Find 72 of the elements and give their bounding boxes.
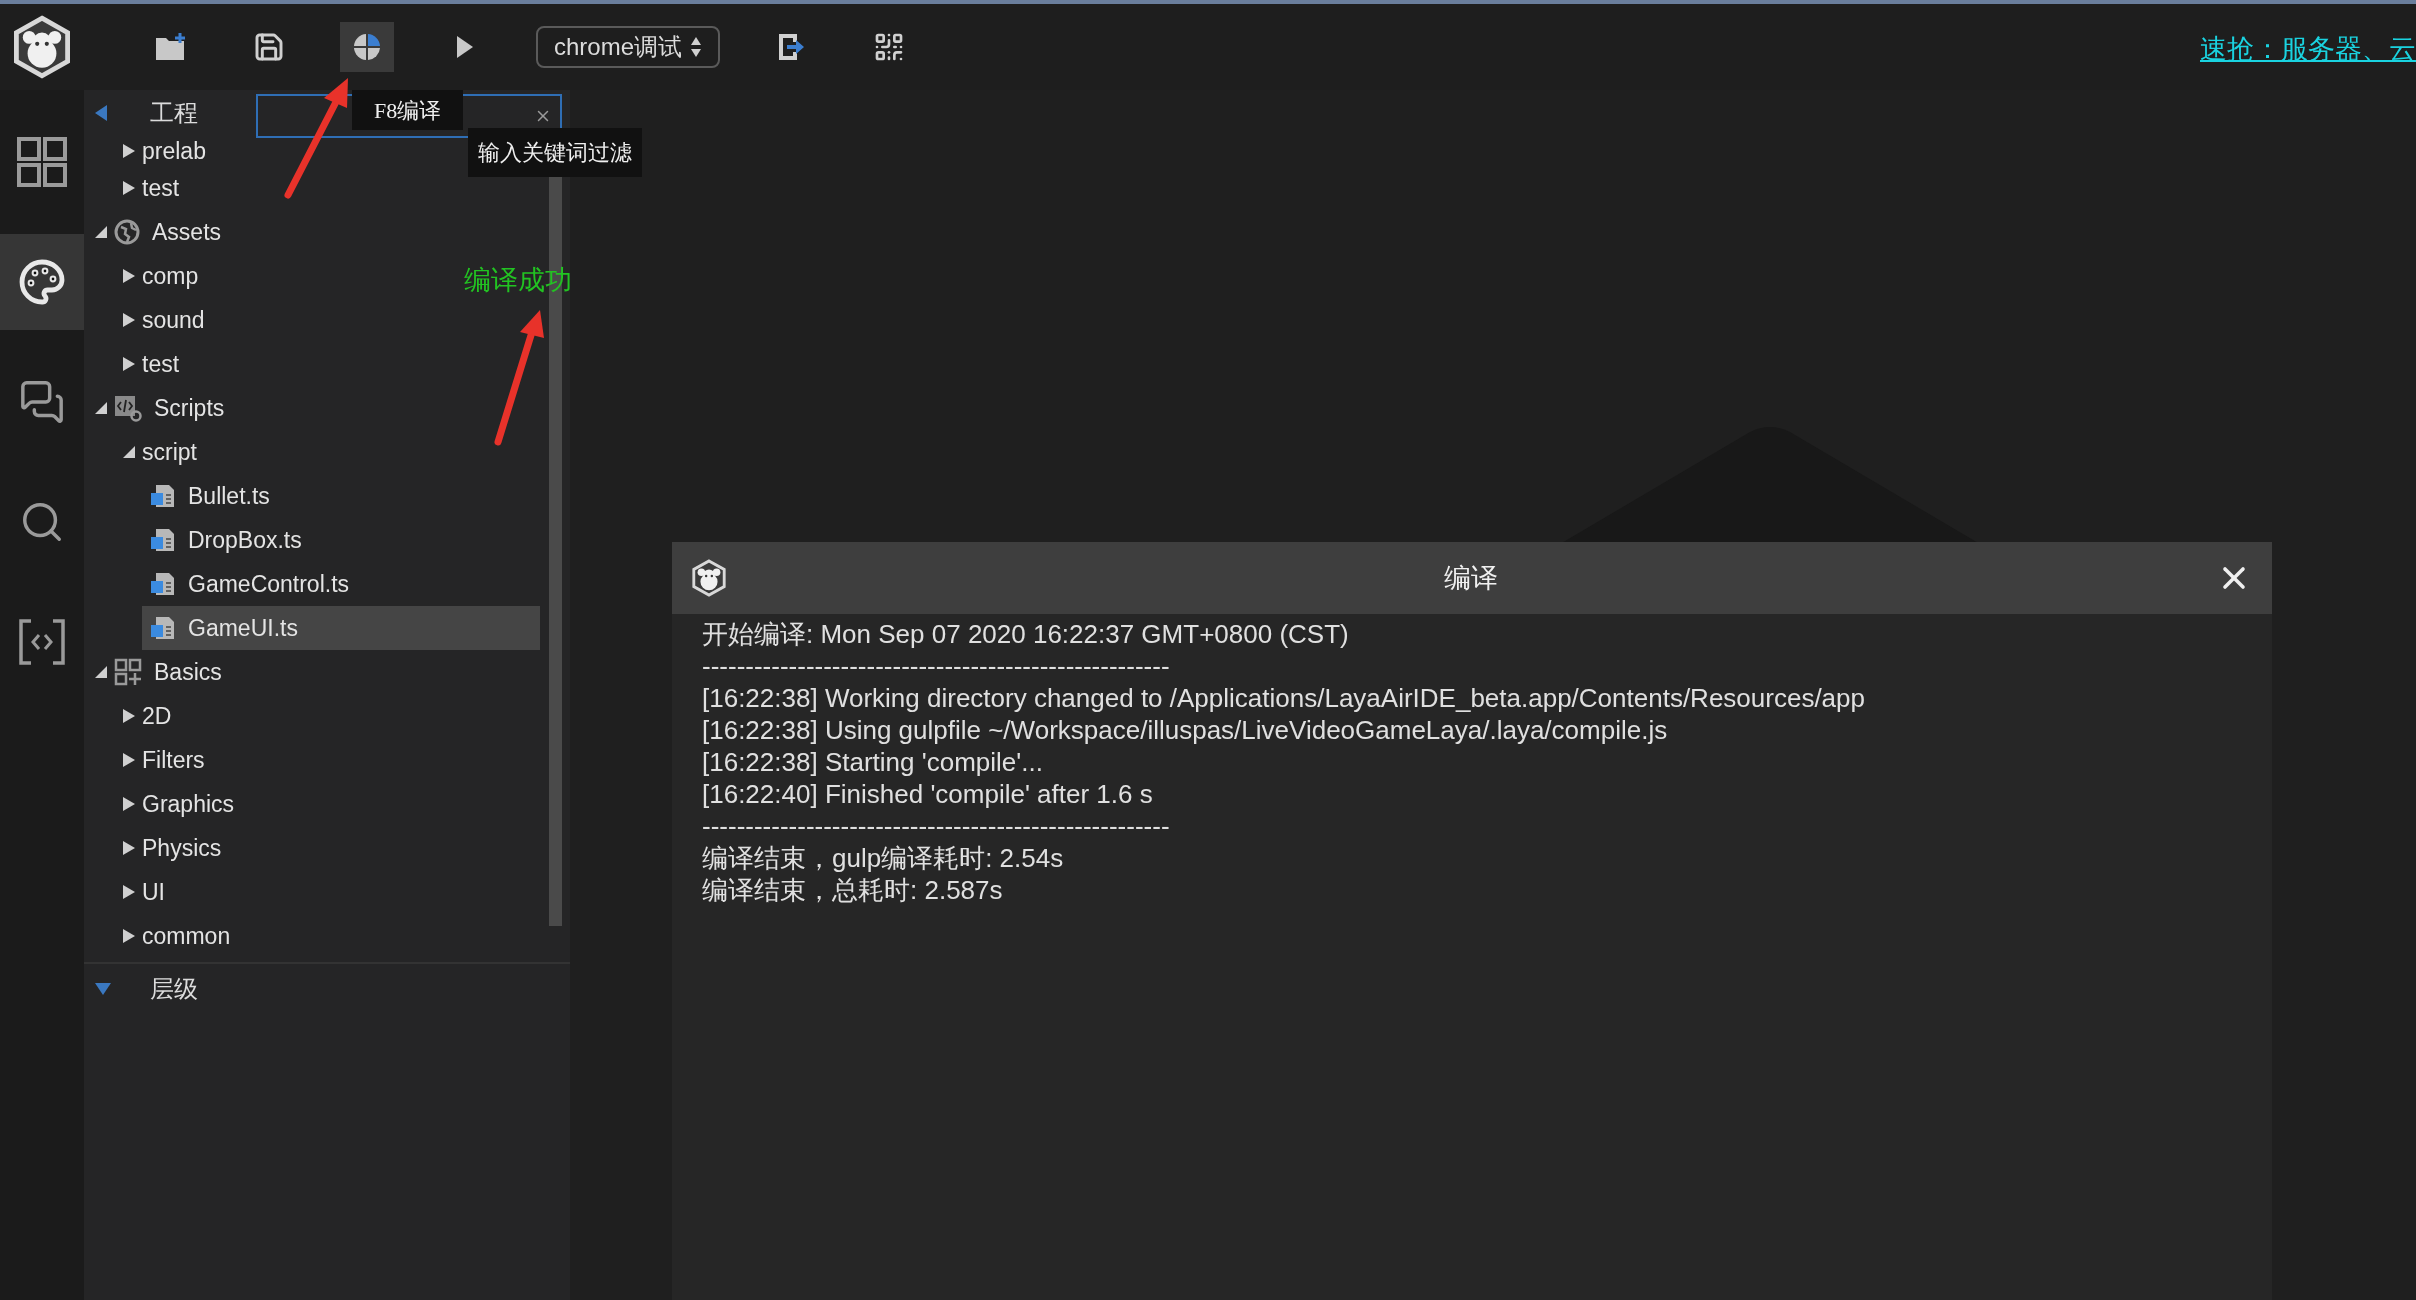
tree-item[interactable]: DropBox.ts xyxy=(142,518,302,562)
caret-down-icon[interactable] xyxy=(94,401,108,415)
folder-plus-icon xyxy=(154,32,188,62)
play-icon xyxy=(455,34,475,60)
tree-item[interactable]: Basics xyxy=(94,650,222,694)
caret-right-icon[interactable] xyxy=(122,268,136,284)
caret-right-icon[interactable] xyxy=(122,180,136,196)
caret-right-icon[interactable] xyxy=(122,143,136,159)
log-line: 编译结束，总耗时: 2.587s xyxy=(702,874,1003,906)
tree-item[interactable]: test xyxy=(122,342,180,386)
tree-item[interactable]: 2D xyxy=(122,694,172,738)
dialog-title: 编译 xyxy=(1444,561,1498,595)
tree-item[interactable]: GameControl.ts xyxy=(142,562,350,606)
code-brackets-icon xyxy=(19,619,65,665)
caret-right-icon[interactable] xyxy=(122,708,136,724)
log-line: [16:22:38] Using gulpfile ~/Workspace/illuspas/LiveVideoGameLaya/.laya/compile.js xyxy=(702,714,1668,746)
log-line: 编译结束，gulp编译耗时: 2.54s xyxy=(702,842,1064,874)
panel-title: 工程 xyxy=(150,98,198,128)
tree-item[interactable]: GameUI.ts xyxy=(142,606,540,650)
caret-right-icon[interactable] xyxy=(122,752,136,768)
script-file-icon xyxy=(150,571,176,597)
tree-item[interactable]: Graphics xyxy=(122,782,235,826)
caret-left-icon[interactable] xyxy=(94,104,108,122)
widgets-icon xyxy=(114,658,142,686)
caret-right-icon[interactable] xyxy=(122,840,136,856)
tree-item[interactable]: test xyxy=(122,166,180,210)
tree-item[interactable]: Scripts xyxy=(94,386,225,430)
palette-icon xyxy=(18,258,66,306)
log-line: [16:22:38] Starting 'compile'... xyxy=(702,746,1043,778)
tree-item[interactable]: common xyxy=(122,914,231,958)
promo-link[interactable]: 速抢：服务器、云 xyxy=(2200,28,2416,70)
updown-caret-icon xyxy=(690,36,703,58)
tree-item[interactable]: sound xyxy=(122,298,205,342)
log-line: [16:22:38] Working directory changed to /Applications/LayaAirIDE_beta.app/Contents/Resources/app xyxy=(702,682,1865,714)
tree-item[interactable]: Bullet.ts xyxy=(142,474,270,518)
log-line: ------------------------------------------------------ xyxy=(702,650,1170,682)
log-line: ------------------------------------------------------ xyxy=(702,810,1170,842)
caret-right-icon[interactable] xyxy=(122,356,136,372)
caret-down-icon[interactable] xyxy=(94,665,108,679)
tooltip: F8编译 xyxy=(352,90,464,130)
script-file-icon xyxy=(150,483,176,509)
panel-title: 层级 xyxy=(150,974,198,1004)
chat-icon xyxy=(19,379,65,425)
activity-bar-item[interactable] xyxy=(0,234,84,330)
tree-item[interactable]: Assets xyxy=(94,210,222,254)
script-file-icon xyxy=(150,527,176,553)
caret-down-icon[interactable] xyxy=(94,225,108,239)
caret-right-icon[interactable] xyxy=(122,312,136,328)
export-icon xyxy=(777,32,806,62)
globe-icon xyxy=(114,219,140,245)
compile-icon xyxy=(351,31,383,63)
log-line: 开始编译: Mon Sep 07 2020 16:22:37 GMT+0800 (CST) xyxy=(702,618,1349,650)
tree-item[interactable]: Physics xyxy=(122,826,222,870)
tree-item[interactable]: prelab xyxy=(122,136,206,166)
script-settings-icon xyxy=(114,394,142,422)
caret-right-icon[interactable] xyxy=(122,796,136,812)
caret-down-icon[interactable] xyxy=(122,445,136,459)
grid-icon xyxy=(17,137,67,187)
dialog-logo xyxy=(690,559,728,597)
script-file-icon xyxy=(150,615,176,641)
compile-button[interactable] xyxy=(340,22,394,72)
save-icon xyxy=(253,31,285,63)
tooltip: 输入关键词过滤 xyxy=(468,128,642,177)
log-line: [16:22:40] Finished 'compile' after 1.6 s xyxy=(702,778,1153,810)
debug-target-dropdown[interactable]: chrome调试 xyxy=(536,26,721,68)
tree-item[interactable]: script xyxy=(122,430,197,474)
caret-right-icon[interactable] xyxy=(122,928,136,944)
caret-right-icon[interactable] xyxy=(122,884,136,900)
tree-item[interactable]: Filters xyxy=(122,738,205,782)
tree-item[interactable]: comp xyxy=(122,254,199,298)
tree-item[interactable]: UI xyxy=(122,870,165,914)
annotation-text: 编译成功 xyxy=(464,264,572,297)
